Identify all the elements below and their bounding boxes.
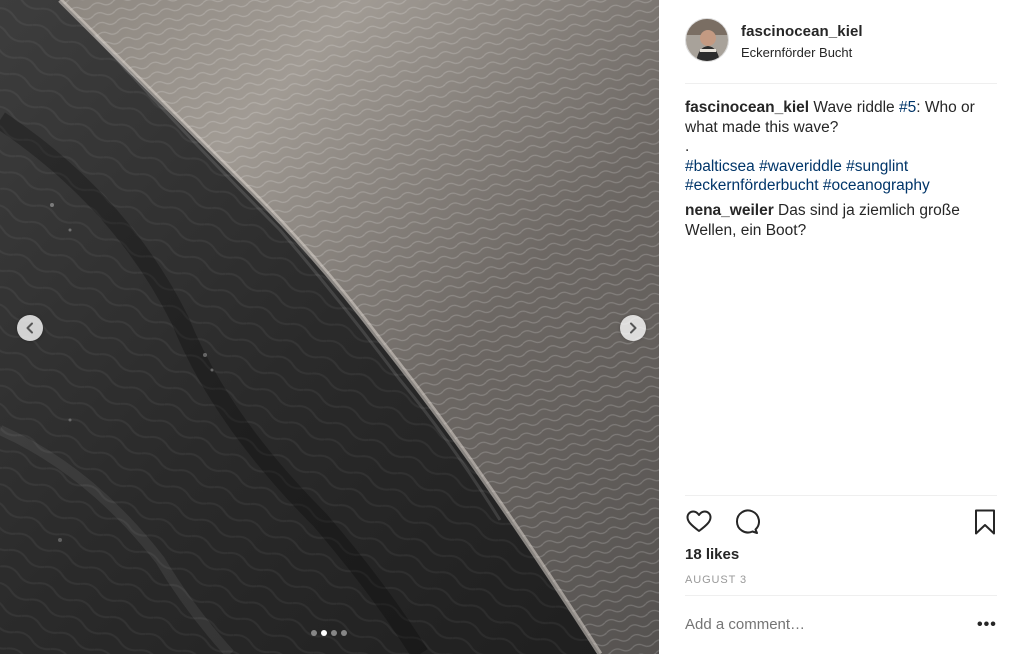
carousel-dot xyxy=(311,630,317,636)
hashtag-link[interactable]: #oceanography xyxy=(823,177,930,194)
carousel-dot xyxy=(341,630,347,636)
comment-item: nena_weiler Das sind ja ziemlich große W… xyxy=(685,201,985,240)
post-date[interactable]: AUGUST 3 xyxy=(685,574,747,586)
heart-icon[interactable] xyxy=(685,508,713,536)
hashtag-link[interactable]: #sunglint xyxy=(846,158,908,175)
chevron-left-icon xyxy=(26,322,33,334)
carousel-dot xyxy=(331,630,337,636)
divider xyxy=(685,595,997,596)
hashtag-link[interactable]: #5 xyxy=(899,99,916,116)
divider xyxy=(685,495,997,496)
post-side-panel: fascinocean_kiel Eckernförder Bucht fasc… xyxy=(659,0,1024,654)
post-author-username[interactable]: fascinocean_kiel xyxy=(741,23,863,40)
chevron-right-icon xyxy=(630,322,637,334)
bookmark-icon[interactable] xyxy=(971,508,999,536)
more-options-button[interactable]: ••• xyxy=(977,616,997,634)
hashtag-link[interactable]: #waveriddle xyxy=(759,158,842,175)
caption-dot-line: . xyxy=(685,138,690,155)
comment-username[interactable]: nena_weiler xyxy=(685,202,774,219)
speech-bubble-icon[interactable] xyxy=(732,508,760,536)
add-comment-input[interactable] xyxy=(685,616,955,633)
carousel-indicator xyxy=(311,630,347,636)
carousel-dot-active xyxy=(321,630,327,636)
avatar[interactable] xyxy=(685,18,729,62)
next-slide-button[interactable] xyxy=(620,315,646,341)
post-actions xyxy=(685,508,997,536)
previous-slide-button[interactable] xyxy=(17,315,43,341)
hashtag-link[interactable]: #balticsea xyxy=(685,158,755,175)
hashtag-link[interactable]: #eckernförderbucht xyxy=(685,177,819,194)
like-count[interactable]: 18 likes xyxy=(685,546,739,563)
wave-photo-image xyxy=(0,0,659,654)
caption-username[interactable]: fascinocean_kiel xyxy=(685,99,809,116)
post-location[interactable]: Eckernförder Bucht xyxy=(741,45,852,60)
post-photo[interactable] xyxy=(0,0,659,654)
caption-text: Wave riddle xyxy=(809,99,899,116)
post-caption: fascinocean_kiel Wave riddle #5: Who or … xyxy=(685,98,985,196)
post-header: fascinocean_kiel Eckernförder Bucht xyxy=(685,18,997,84)
avatar-image xyxy=(686,19,728,61)
